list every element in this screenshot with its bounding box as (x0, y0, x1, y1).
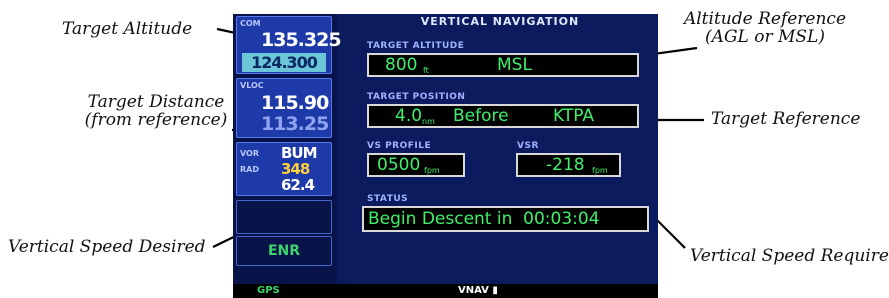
target-waypoint[interactable]: KTPA (553, 107, 594, 126)
mode-indicator: ENR (236, 236, 332, 266)
vs-profile-field[interactable]: 0500 fpm (367, 153, 465, 177)
status-field: Begin Descent in 00:03:04 (362, 206, 649, 232)
com-standby-frequency[interactable]: 124.300 (242, 53, 326, 72)
target-distance-unit: nm (422, 117, 435, 126)
target-altitude-value[interactable]: 800 (385, 56, 417, 75)
vsr-field: -218 fpm (516, 153, 621, 177)
cdi-panel (236, 200, 332, 234)
vsr-unit: fpm (592, 166, 608, 175)
vsr-label: VSR (517, 141, 539, 151)
vor-distance: 62.4 (281, 176, 315, 194)
vs-profile-unit: fpm (424, 166, 440, 175)
target-altitude-label: TARGET ALTITUDE (367, 41, 465, 51)
callout-target-distance: Target Distance (from reference) (82, 93, 230, 129)
target-altitude-unit: ft (423, 66, 429, 75)
target-position-field[interactable]: 4.0 nm Before KTPA (367, 104, 639, 128)
vsr-value: -218 (546, 155, 585, 175)
callout-altitude-reference-line1: Altitude Reference (683, 9, 847, 29)
com-active-frequency: 135.325 (261, 29, 342, 51)
altitude-reference-value[interactable]: MSL (497, 56, 532, 75)
page-title: VERTICAL NAVIGATION (420, 15, 580, 28)
gps-screen: COM 135.325 124.300 VLOC 115.90 113.25 V… (233, 14, 658, 298)
vs-profile-value[interactable]: 0500 (377, 156, 420, 175)
callout-target-distance-line1: Target Distance (87, 92, 225, 112)
callout-target-reference: Target Reference (711, 109, 861, 129)
status-bar-vnav-label: VNAV (458, 285, 489, 296)
callout-target-distance-line2: (from reference) (84, 110, 228, 130)
vloc-standby-frequency[interactable]: 113.25 (261, 113, 329, 135)
target-altitude-field[interactable]: 800 ft MSL (367, 53, 639, 77)
status-bar-vnav: VNAV ▮ (458, 285, 498, 296)
radio-column: COM 135.325 124.300 VLOC 115.90 113.25 V… (233, 14, 342, 284)
status-label: STATUS (367, 194, 409, 204)
callout-altitude-reference-line2: (AGL or MSL) (705, 27, 825, 47)
vloc-panel[interactable]: VLOC 115.90 113.25 (236, 78, 332, 138)
com-label: COM (240, 19, 261, 28)
vor-label: VOR (240, 149, 260, 158)
callout-altitude-reference: Altitude Reference (AGL or MSL) (680, 10, 850, 46)
vloc-active-frequency: 115.90 (261, 92, 329, 114)
callout-target-altitude: Target Altitude (62, 19, 193, 39)
vs-profile-label: VS PROFILE (367, 141, 432, 151)
radial-label: RAD (240, 165, 259, 174)
status-bar-gps: GPS (257, 285, 280, 296)
status-bar: GPS VNAV ▮ (233, 284, 658, 298)
callout-vertical-speed-required: Vertical Speed Required (690, 246, 889, 266)
target-position-label: TARGET POSITION (367, 92, 466, 102)
com-panel[interactable]: COM 135.325 124.300 (236, 16, 342, 74)
callout-vertical-speed-desired: Vertical Speed Desired (8, 237, 206, 257)
vloc-label: VLOC (240, 81, 264, 90)
vor-panel: VOR BUM RAD 348 62.4 (236, 142, 332, 196)
position-relation[interactable]: Before (453, 107, 509, 126)
status-text: Begin Descent in 00:03:04 (368, 209, 600, 229)
target-distance-value[interactable]: 4.0 (395, 107, 422, 126)
